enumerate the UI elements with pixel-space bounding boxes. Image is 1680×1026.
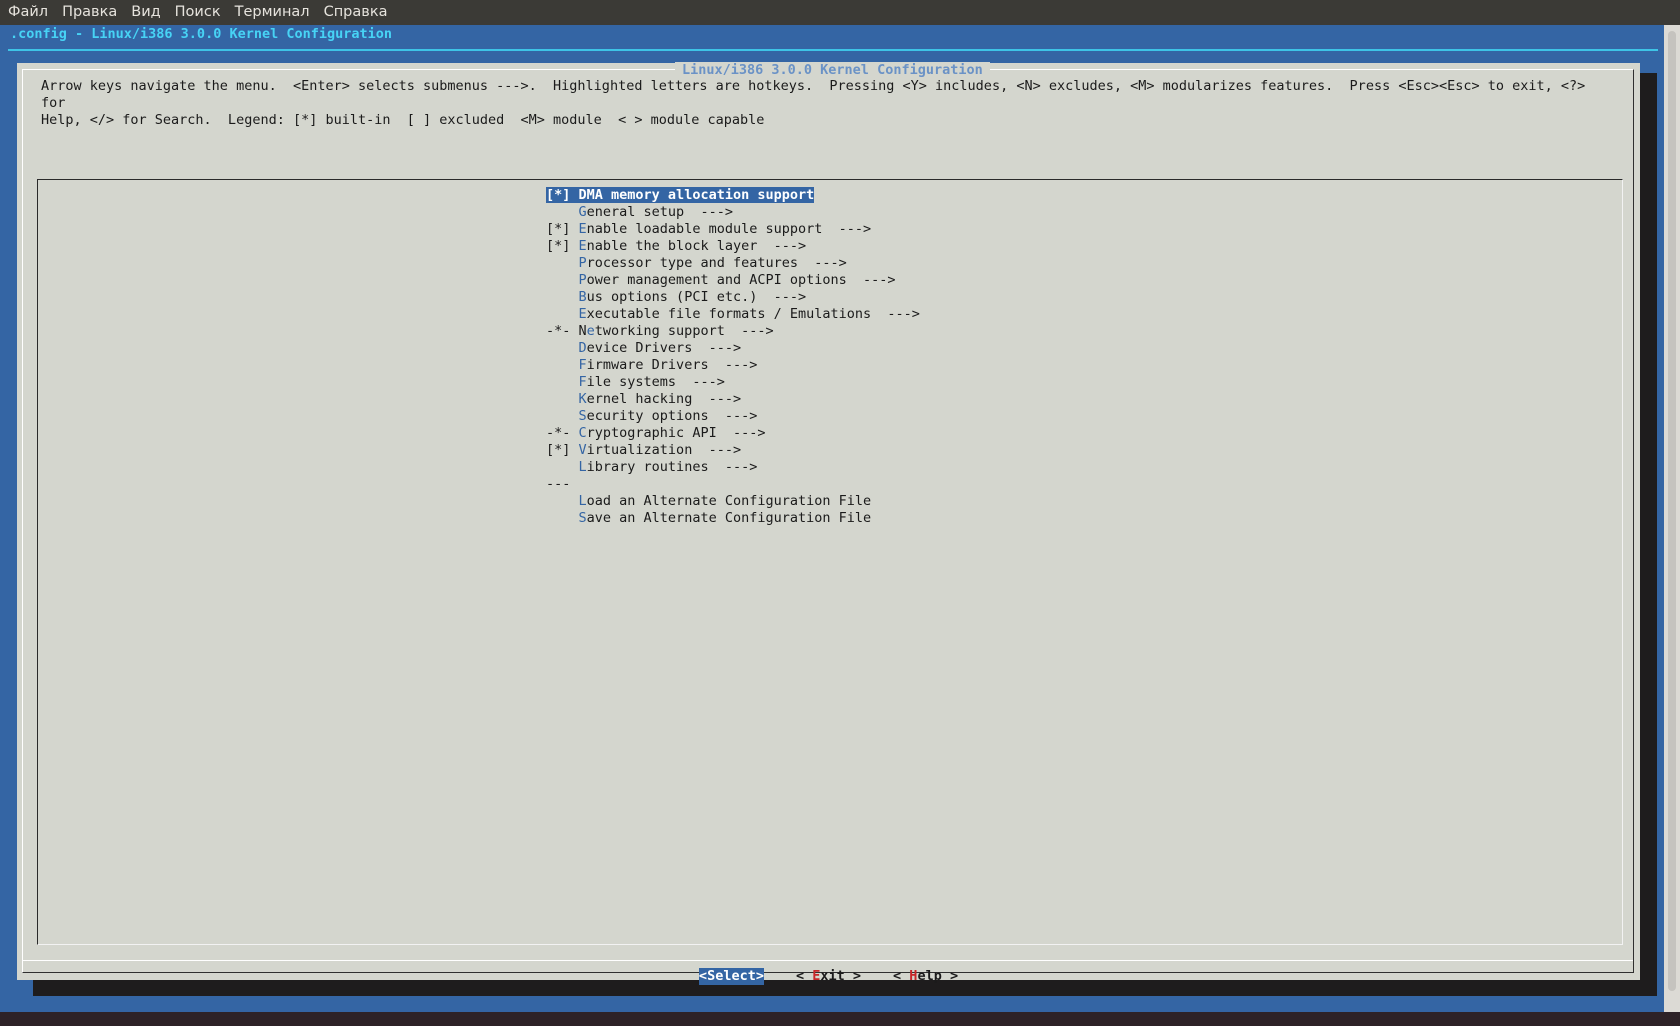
menu-item[interactable]: [*] DMA memory allocation support	[546, 187, 920, 204]
scrollbar-thumb[interactable]	[1668, 31, 1676, 991]
menu-view[interactable]: Вид	[124, 0, 167, 25]
menu-list: [*] DMA memory allocation support Genera…	[546, 187, 920, 527]
terminal-scrollbar[interactable]	[1664, 25, 1680, 1012]
help-button[interactable]: < Help >	[893, 968, 958, 985]
help-text: Arrow keys navigate the menu. <Enter> se…	[41, 78, 1586, 128]
button-separator	[23, 960, 1633, 961]
app-menubar: Файл Правка Вид Поиск Терминал Справка	[0, 0, 1680, 25]
terminal-title: .config - Linux/i386 3.0.0 Kernel Config…	[10, 26, 393, 42]
title-rule	[8, 49, 1658, 51]
menu-item[interactable]: [*] Enable loadable module support --->	[546, 221, 920, 238]
menu-item[interactable]: -*- Cryptographic API --->	[546, 425, 920, 442]
config-dialog: Linux/i386 3.0.0 Kernel Configuration Ar…	[17, 62, 1640, 985]
menu-item[interactable]: File systems --->	[546, 374, 920, 391]
menu-item[interactable]: Bus options (PCI etc.) --->	[546, 289, 920, 306]
menu-item[interactable]: General setup --->	[546, 204, 920, 221]
menu-item[interactable]: Firmware Drivers --->	[546, 357, 920, 374]
menu-file[interactable]: Файл	[0, 0, 55, 25]
exit-button[interactable]: < Exit >	[796, 968, 861, 985]
menu-search[interactable]: Поиск	[168, 0, 228, 25]
menu-item[interactable]: Save an Alternate Configuration File	[546, 510, 920, 527]
menu-help[interactable]: Справка	[317, 0, 395, 25]
menu-item[interactable]: Kernel hacking --->	[546, 391, 920, 408]
select-button[interactable]: <Select>	[698, 968, 764, 985]
menu-item[interactable]: Processor type and features --->	[546, 255, 920, 272]
dialog-title: Linux/i386 3.0.0 Kernel Configuration	[675, 62, 990, 79]
menu-item[interactable]: Executable file formats / Emulations ---…	[546, 306, 920, 323]
menu-item[interactable]: Device Drivers --->	[546, 340, 920, 357]
menu-item[interactable]: Library routines --->	[546, 459, 920, 476]
menu-item[interactable]: [*] Virtualization --->	[546, 442, 920, 459]
button-bar: <Select> < Exit > < Help >	[17, 968, 1640, 985]
desktop-strip	[0, 1012, 1680, 1026]
menu-item[interactable]: Security options --->	[546, 408, 920, 425]
menu-item[interactable]: Power management and ACPI options --->	[546, 272, 920, 289]
dialog-shadow-right	[1640, 73, 1657, 996]
menu-item: ---	[546, 476, 571, 492]
menu-item[interactable]: Load an Alternate Configuration File	[546, 493, 920, 510]
menu-item[interactable]: [*] Enable the block layer --->	[546, 238, 920, 255]
menu-edit[interactable]: Правка	[55, 0, 124, 25]
terminal-area[interactable]: .config - Linux/i386 3.0.0 Kernel Config…	[0, 25, 1664, 1012]
menu-item[interactable]: -*- Networking support --->	[546, 323, 920, 340]
menu-terminal[interactable]: Терминал	[228, 0, 317, 25]
